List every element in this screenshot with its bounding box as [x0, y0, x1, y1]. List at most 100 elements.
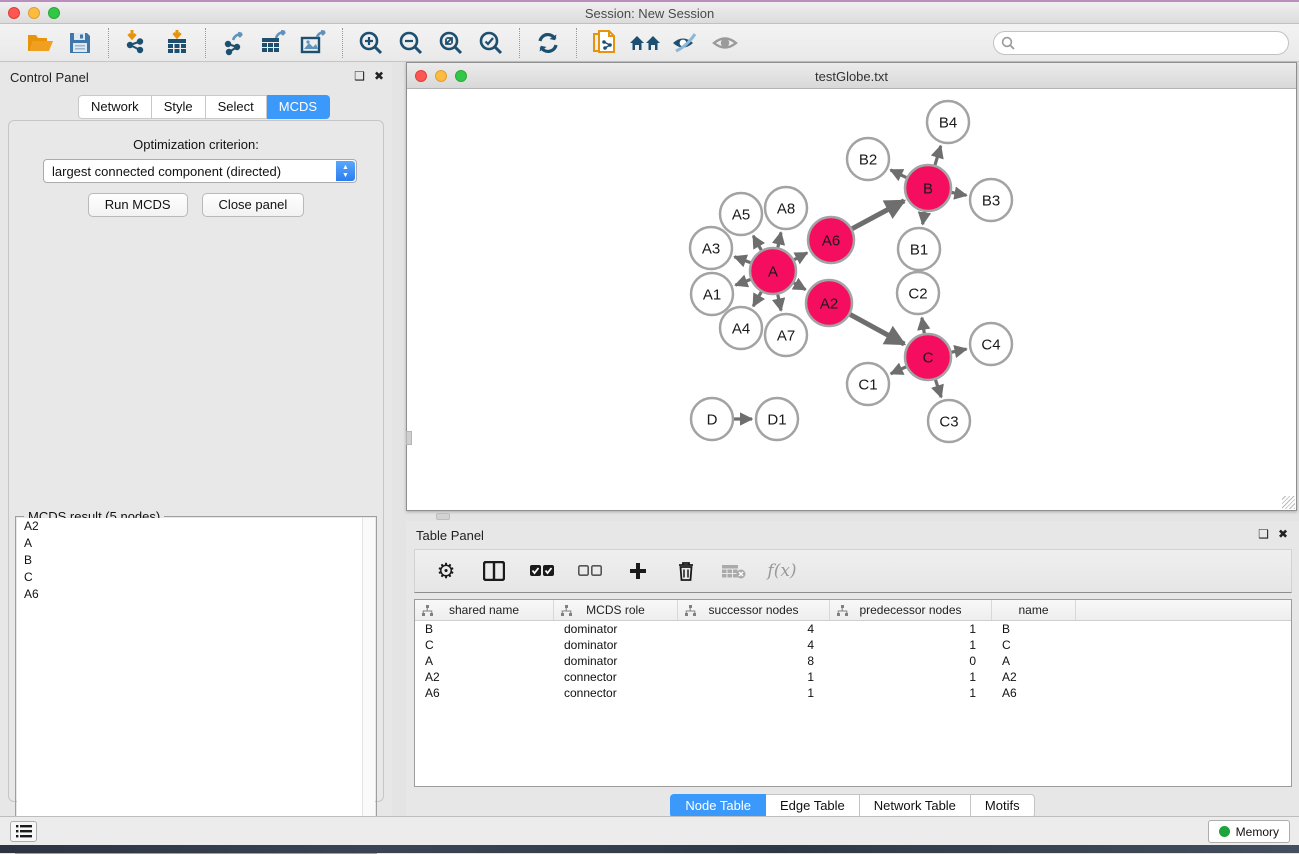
mcds-result-item[interactable]: A	[17, 535, 375, 552]
table-cell[interactable]: dominator	[554, 637, 678, 653]
graph-node-A4[interactable]: A4	[720, 307, 762, 349]
refresh-layout-icon[interactable]	[532, 28, 564, 58]
tab-network-table[interactable]: Network Table	[860, 794, 971, 818]
memory-button[interactable]: Memory	[1208, 820, 1290, 843]
panel-drag-handle[interactable]	[406, 431, 412, 445]
graph-node-C1[interactable]: C1	[847, 363, 889, 405]
graph-node-B2[interactable]: B2	[847, 138, 889, 180]
table-cell[interactable]: A2	[992, 669, 1076, 685]
table-row[interactable]: A6connector11A6	[415, 685, 1291, 701]
graph-edge-A-A1[interactable]	[735, 279, 750, 285]
graph-node-A6[interactable]: A6	[808, 217, 854, 263]
float-panel-icon[interactable]: ❑	[1258, 527, 1269, 541]
graph-node-A1[interactable]: A1	[691, 273, 733, 315]
graph-node-B1[interactable]: B1	[898, 228, 940, 270]
mcds-result-item[interactable]: A2	[17, 518, 375, 535]
export-table-icon[interactable]	[258, 28, 290, 58]
show-all-icon[interactable]	[709, 28, 741, 58]
task-history-button[interactable]	[10, 821, 37, 842]
column-header[interactable]: successor nodes	[678, 600, 830, 620]
zoom-selected-icon[interactable]	[475, 28, 507, 58]
table-cell[interactable]: C	[992, 637, 1076, 653]
mcds-result-item[interactable]: C	[17, 569, 375, 586]
open-file-icon[interactable]	[24, 28, 56, 58]
table-cell[interactable]: 1	[830, 685, 992, 701]
delete-column-icon[interactable]	[673, 558, 699, 584]
import-network-icon[interactable]	[121, 28, 153, 58]
table-cell[interactable]: A6	[992, 685, 1076, 701]
table-cell[interactable]: 1	[678, 685, 830, 701]
splitter-handle[interactable]	[436, 513, 450, 520]
zoom-out-icon[interactable]	[395, 28, 427, 58]
table-cell[interactable]: 1	[830, 637, 992, 653]
search-field[interactable]	[993, 31, 1289, 55]
close-panel-icon[interactable]: ✖	[1278, 527, 1288, 541]
table-row[interactable]: Adominator80A	[415, 653, 1291, 669]
table-cell[interactable]: C	[415, 637, 554, 653]
import-table-icon[interactable]	[161, 28, 193, 58]
column-header[interactable]: shared name	[415, 600, 554, 620]
tab-motifs[interactable]: Motifs	[971, 794, 1035, 818]
table-options-icon[interactable]: ⚙	[433, 558, 459, 584]
graph-node-D1[interactable]: D1	[756, 398, 798, 440]
table-cell[interactable]: 1	[678, 669, 830, 685]
table-cell[interactable]: 8	[678, 653, 830, 669]
tab-style[interactable]: Style	[152, 95, 206, 119]
table-cell[interactable]: A	[415, 653, 554, 669]
graph-edge-C-C4[interactable]	[952, 349, 967, 352]
column-header[interactable]: predecessor nodes	[830, 600, 992, 620]
table-cell[interactable]: 0	[830, 653, 992, 669]
add-column-icon[interactable]	[625, 558, 651, 584]
graph-node-A7[interactable]: A7	[765, 314, 807, 356]
export-image-icon[interactable]	[298, 28, 330, 58]
new-session-from-network-icon[interactable]	[589, 28, 621, 58]
column-header[interactable]: MCDS role	[554, 600, 678, 620]
hide-selected-icon[interactable]	[669, 28, 701, 58]
graph-edge-A2-C[interactable]	[850, 314, 904, 344]
float-panel-icon[interactable]: ❑	[354, 69, 365, 83]
table-row[interactable]: Cdominator41C	[415, 637, 1291, 653]
close-panel-icon[interactable]: ✖	[374, 69, 384, 83]
select-all-icon[interactable]	[529, 558, 555, 584]
table-cell[interactable]: connector	[554, 669, 678, 685]
first-neighbors-icon[interactable]	[629, 28, 661, 58]
table-cell[interactable]: A2	[415, 669, 554, 685]
graph-edge-B-B1[interactable]	[923, 212, 925, 225]
network-canvas[interactable]: B4B2BB3A8A5A6A3B1AC2A1A2A4A7C4CC1C3DD1	[407, 90, 1296, 510]
mcds-result-item[interactable]: A6	[17, 586, 375, 603]
graph-edge-B-B3[interactable]	[952, 192, 967, 195]
graph-edge-A-A3[interactable]	[734, 257, 750, 263]
table-cell[interactable]: B	[415, 621, 554, 637]
mcds-result-item[interactable]: B	[17, 552, 375, 569]
graph-node-C[interactable]: C	[905, 334, 951, 380]
tab-network[interactable]: Network	[78, 95, 152, 119]
tab-mcds[interactable]: MCDS	[267, 95, 330, 119]
table-cell[interactable]: 1	[830, 621, 992, 637]
zoom-in-icon[interactable]	[355, 28, 387, 58]
graph-edge-C-C1[interactable]	[891, 367, 906, 374]
tab-edge-table[interactable]: Edge Table	[766, 794, 860, 818]
graph-edge-C-C3[interactable]	[935, 380, 941, 397]
table-cell[interactable]: dominator	[554, 621, 678, 637]
table-cell[interactable]: connector	[554, 685, 678, 701]
table-cell[interactable]: A	[992, 653, 1076, 669]
graph-edge-A-A7[interactable]	[778, 295, 781, 311]
network-window-titlebar[interactable]: testGlobe.txt	[407, 63, 1296, 89]
search-input[interactable]	[1015, 36, 1265, 50]
column-header[interactable]: name	[992, 600, 1076, 620]
table-cell[interactable]: 4	[678, 621, 830, 637]
graph-node-B[interactable]: B	[905, 165, 951, 211]
graph-node-D[interactable]: D	[691, 398, 733, 440]
table-cell[interactable]: B	[992, 621, 1076, 637]
graph-edge-A6-B[interactable]	[852, 201, 904, 229]
graph-edge-A-A8[interactable]	[778, 232, 781, 247]
graph-node-A[interactable]: A	[750, 248, 796, 294]
run-mcds-button[interactable]: Run MCDS	[88, 193, 188, 217]
graph-edge-B-B2[interactable]	[891, 170, 907, 178]
graph-node-A8[interactable]: A8	[765, 187, 807, 229]
table-row[interactable]: A2connector11A2	[415, 669, 1291, 685]
save-session-icon[interactable]	[64, 28, 96, 58]
graph-node-A5[interactable]: A5	[720, 193, 762, 235]
graph-node-A3[interactable]: A3	[690, 227, 732, 269]
tab-select[interactable]: Select	[206, 95, 267, 119]
